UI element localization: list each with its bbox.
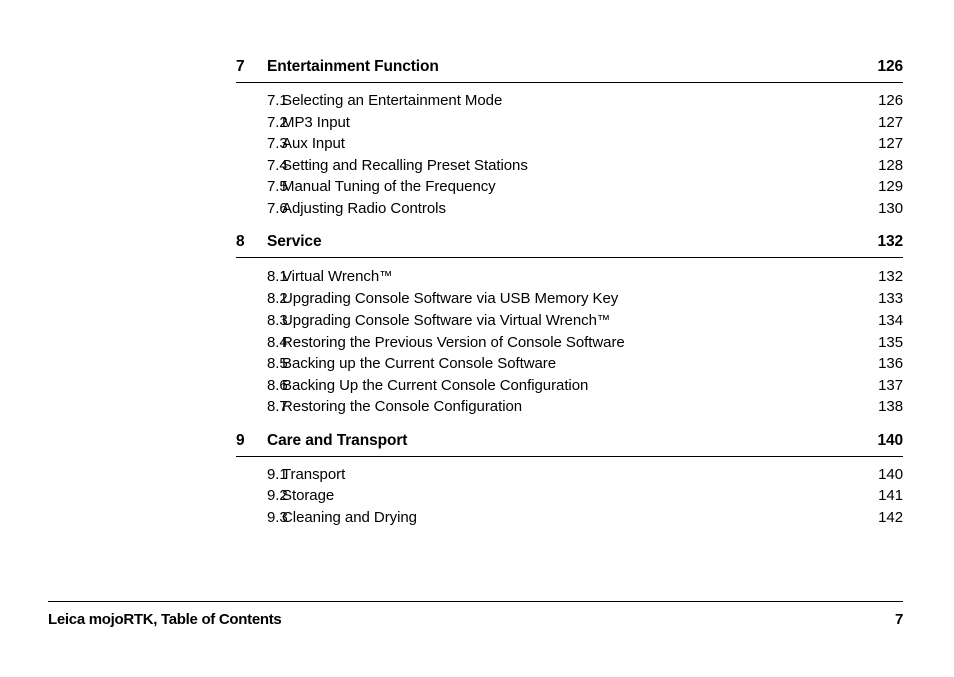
section-entry[interactable]: 9.3 Cleaning and Drying 142 (236, 507, 903, 529)
chapter-block: 7 Entertainment Function 126 7.1 Selecting a… (236, 56, 903, 219)
section-page-number: 137 (878, 376, 903, 394)
section-title: Transport (282, 465, 346, 483)
section-page-number: 136 (878, 355, 903, 373)
section-entry[interactable]: 8.6 Backing Up the Current Console Config… (236, 375, 903, 397)
page-footer: Leica mojoRTK, Table of Contents 7 (48, 601, 903, 628)
section-number: 8.2 (267, 289, 288, 307)
chapter-title: Service (267, 233, 322, 250)
section-entry[interactable]: 7.6 Adjusting Radio Controls 130 (236, 198, 903, 220)
section-page-number: 141 (878, 487, 903, 505)
section-number: 8.7 (267, 398, 288, 416)
section-title: Cleaning and Drying (282, 508, 417, 526)
section-title: Manual Tuning of the Frequency (282, 178, 496, 195)
section-list: 8.1 Virtual Wrench™ 132 8.2 Upgrading Consol… (236, 265, 903, 418)
section-entry[interactable]: 7.5 Manual Tuning of the Frequency 129 (236, 176, 903, 198)
footer-content: Leica mojoRTK, Table of Contents 7 (48, 611, 903, 628)
section-number: 7.3 (267, 135, 288, 152)
footer-divider (48, 601, 903, 602)
section-entry[interactable]: 8.7 Restoring the Console Configuration 13… (236, 396, 903, 418)
chapter-page-number: 126 (877, 58, 903, 75)
section-number: 9.2 (267, 487, 288, 505)
section-number: 8.5 (267, 355, 288, 373)
section-page-number: 134 (878, 312, 903, 330)
section-title: Virtual Wrench™ (282, 268, 393, 286)
section-title: Setting and Recalling Preset Stations (282, 156, 528, 174)
chapter-title: Care and Transport (267, 431, 408, 449)
section-page-number: 130 (878, 199, 903, 217)
section-entry[interactable]: 8.5 Backing up the Current Console Softwa… (236, 353, 903, 375)
chapter-number: 8 (236, 233, 245, 250)
section-page-number: 135 (878, 333, 903, 351)
chapter-number: 9 (236, 431, 245, 449)
section-entry[interactable]: 8.2 Upgrading Console Software via USB Me… (236, 288, 903, 310)
section-number: 8.3 (267, 312, 288, 330)
section-number: 8.1 (267, 268, 288, 286)
section-page-number: 142 (878, 508, 903, 526)
section-entry[interactable]: 8.1 Virtual Wrench™ 132 (236, 265, 903, 288)
section-page-number: 127 (878, 113, 903, 131)
chapter-divider (236, 455, 903, 457)
section-entry[interactable]: 8.4 Restoring the Previous Version of Con… (236, 332, 903, 354)
footer-page-number: 7 (894, 611, 903, 628)
chapter-block: 9 Care and Transport 140 9.1 Transport 140 9.2… (236, 430, 903, 529)
chapter-title: Entertainment Function (267, 58, 439, 75)
chapter-entry[interactable]: 9 Care and Transport 140 (236, 430, 903, 452)
section-page-number: 129 (878, 178, 903, 195)
section-title: MP3 Input (282, 113, 350, 131)
section-title: Selecting an Entertainment Mode (282, 92, 503, 109)
trademark-icon: ™ (596, 312, 611, 328)
section-title: Backing Up the Current Console Configura… (282, 376, 589, 394)
chapter-block: 8 Service 132 8.1 Virtual Wrench™ 132 8.2 Upgra… (236, 231, 903, 418)
section-page-number: 140 (878, 465, 903, 483)
section-number: 9.1 (267, 465, 288, 483)
section-entry[interactable]: 7.1 Selecting an Entertainment Mode 126 (236, 90, 903, 112)
chapter-entry[interactable]: 8 Service 132 (236, 231, 903, 253)
chapter-page-number: 132 (877, 233, 903, 250)
section-title: Backing up the Current Console Software (282, 355, 557, 373)
chapter-number: 7 (236, 58, 245, 75)
document-page: 7 Entertainment Function 126 7.1 Selecting a… (0, 0, 954, 677)
section-entry[interactable]: 7.3 Aux Input 127 (236, 133, 903, 155)
section-page-number: 126 (878, 92, 903, 109)
section-entry[interactable]: 7.4 Setting and Recalling Preset Stations… (236, 155, 903, 177)
section-number: 9.3 (267, 508, 288, 526)
section-title: Storage (282, 487, 335, 505)
section-title: Upgrading Console Software via USB Memor… (282, 289, 619, 307)
section-number: 8.4 (267, 333, 288, 351)
section-number: 7.5 (267, 178, 288, 195)
section-list: 7.1 Selecting an Entertainment Mode 126 7.2… (236, 90, 903, 219)
section-entry[interactable]: 9.2 Storage 141 (236, 485, 903, 507)
table-of-contents: 7 Entertainment Function 126 7.1 Selecting a… (236, 56, 903, 528)
section-title: Restoring the Console Configuration (282, 398, 523, 416)
section-entry[interactable]: 8.3 Upgrading Console Software via Virtua… (236, 309, 903, 332)
section-title: Restoring the Previous Version of Consol… (282, 333, 625, 351)
section-page-number: 138 (878, 398, 903, 416)
section-number: 8.6 (267, 376, 288, 394)
chapter-entry[interactable]: 7 Entertainment Function 126 (236, 56, 903, 78)
section-page-number: 133 (878, 289, 903, 307)
section-entry[interactable]: 9.1 Transport 140 (236, 464, 903, 486)
section-title: Upgrading Console Software via Virtual W… (282, 312, 611, 330)
section-list: 9.1 Transport 140 9.2 Storage 141 9.3 Cleaning … (236, 464, 903, 529)
section-entry[interactable]: 7.2 MP3 Input 127 (236, 112, 903, 134)
section-number: 7.1 (267, 92, 288, 109)
section-number: 7.4 (267, 156, 288, 174)
footer-title: Leica mojoRTK, Table of Contents (48, 611, 282, 628)
section-page-number: 128 (878, 156, 903, 174)
trademark-icon: ™ (379, 268, 393, 283)
chapter-divider (236, 257, 903, 258)
section-title: Aux Input (282, 135, 345, 152)
section-page-number: 127 (878, 135, 903, 152)
chapter-divider (236, 82, 903, 83)
chapter-page-number: 140 (877, 431, 903, 449)
section-number: 7.2 (267, 113, 288, 131)
section-page-number: 132 (878, 268, 903, 286)
section-number: 7.6 (267, 199, 288, 217)
section-title: Adjusting Radio Controls (282, 199, 446, 217)
